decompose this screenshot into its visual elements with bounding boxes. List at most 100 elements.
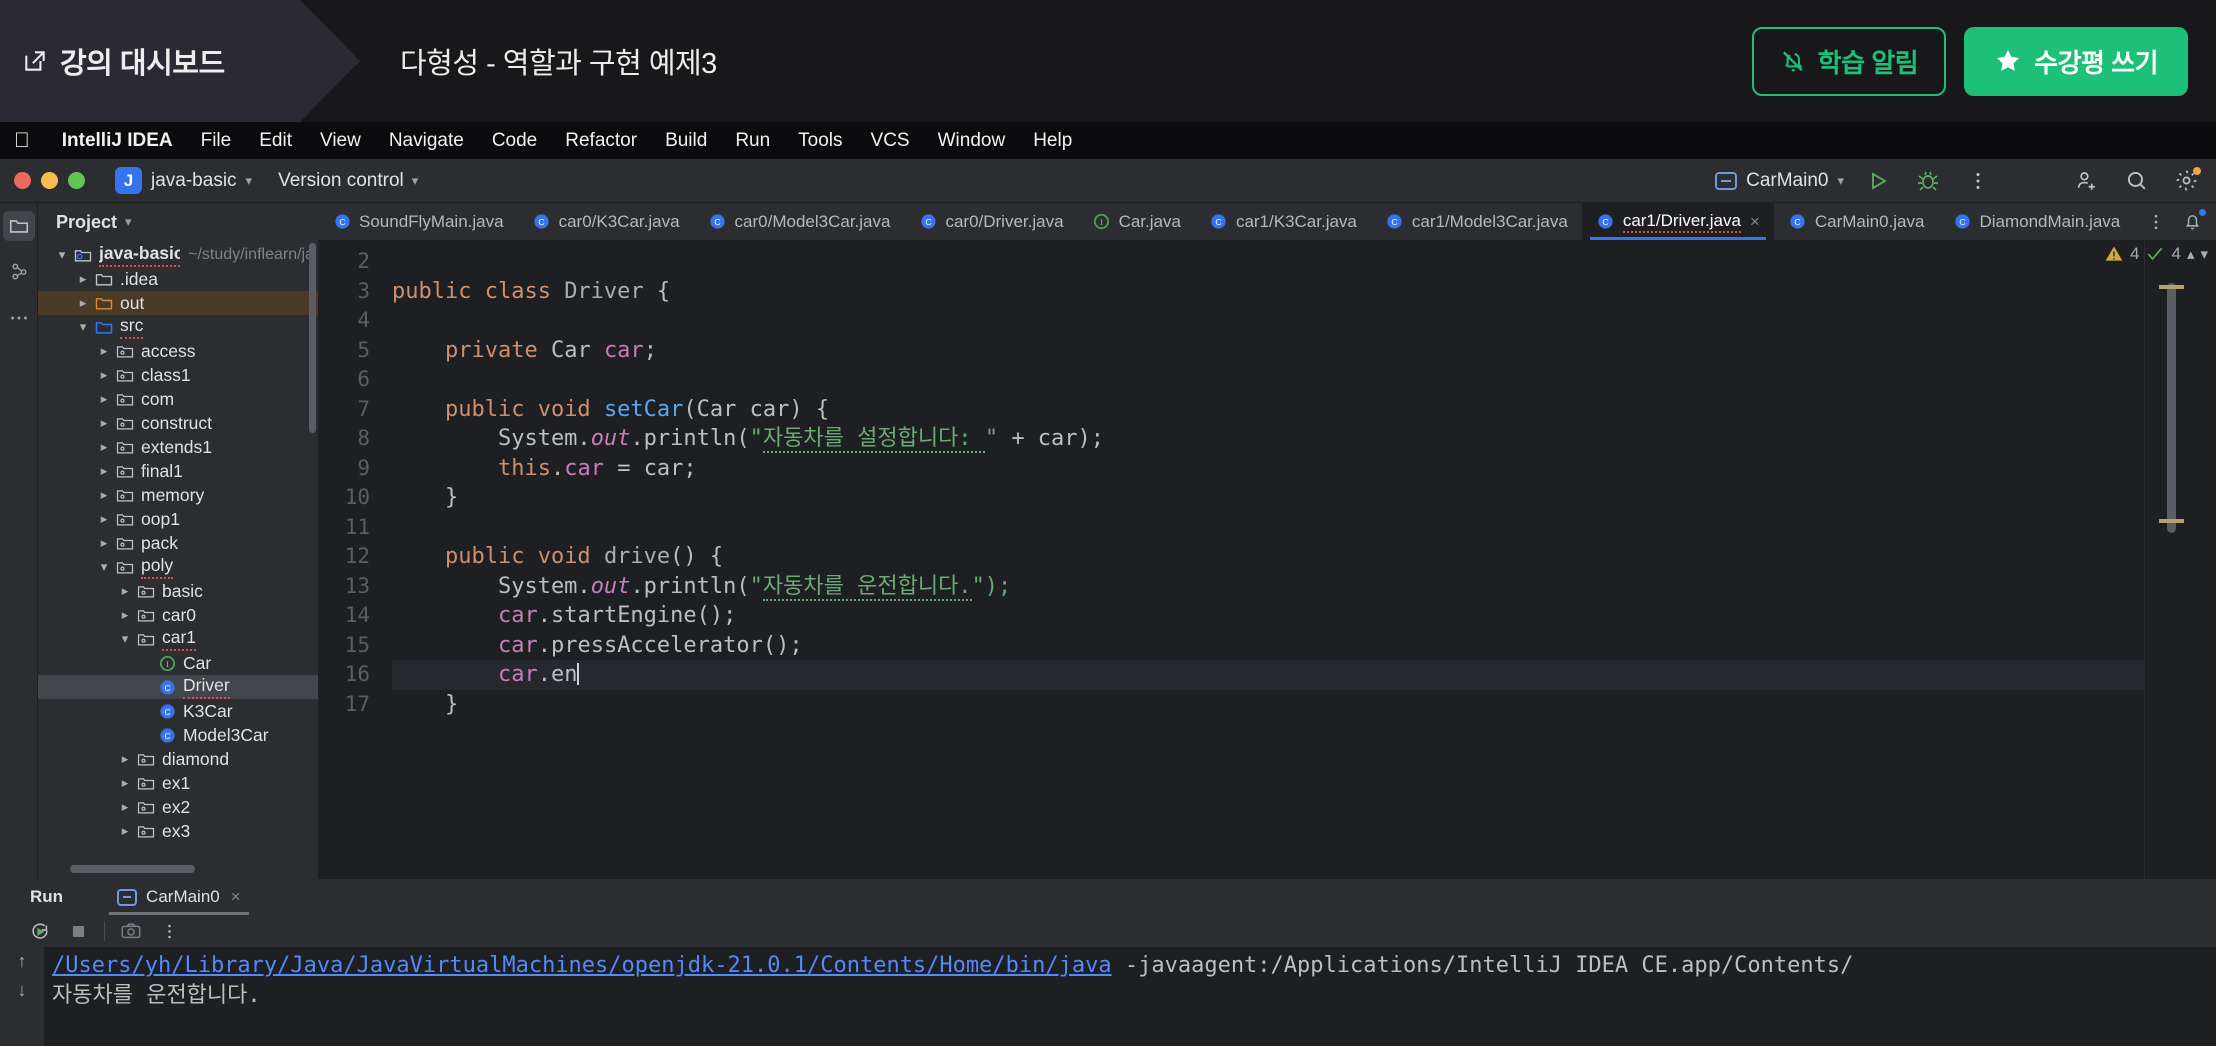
menu-item-window[interactable]: Window [924, 130, 1020, 152]
code-line[interactable]: } [392, 690, 2216, 720]
project-panel-header[interactable]: Project ▾ [38, 203, 318, 241]
chevron-right-icon[interactable]: ▸ [73, 295, 93, 311]
rerun-icon[interactable] [28, 919, 52, 943]
code-line[interactable]: this.car = car; [392, 454, 2216, 484]
chevron-down-icon[interactable]: ▾ [125, 214, 132, 230]
tree-node-class1[interactable]: ▸ class1 [38, 363, 318, 387]
editor-tab-diamondmain-java[interactable]: C DiamondMain.java [1938, 203, 2134, 240]
study-notify-button[interactable]: 학습 알림 [1751, 26, 1947, 96]
more-options-icon[interactable] [1962, 165, 1994, 197]
notifications-bell-icon[interactable] [2176, 206, 2208, 238]
editor-tab-car0-driver-java[interactable]: Ccar0/Driver.java [904, 203, 1077, 240]
close-icon[interactable]: × [1750, 212, 1760, 232]
chevron-right-icon[interactable]: ▸ [94, 487, 114, 503]
console-output[interactable]: /Users/yh/Library/Java/JavaVirtualMachin… [44, 947, 2216, 1046]
chevron-right-icon[interactable]: ▸ [115, 583, 135, 599]
apple-logo-icon[interactable]:  [14, 130, 30, 151]
editor-tab-car1-k3car-java[interactable]: Ccar1/K3Car.java [1195, 203, 1371, 240]
chevron-right-icon[interactable]: ▸ [115, 607, 135, 623]
chevron-right-icon[interactable]: ▸ [73, 271, 93, 287]
tree-node-src[interactable]: ▾ src [38, 315, 318, 339]
menu-item-navigate[interactable]: Navigate [375, 130, 478, 152]
inspection-summary[interactable]: 4 4 ▴ ▾ [2104, 244, 2208, 264]
code-line[interactable] [392, 247, 2216, 277]
chevron-right-icon[interactable]: ▸ [115, 799, 135, 815]
chevron-right-icon[interactable]: ▸ [115, 823, 135, 839]
code-line[interactable] [392, 306, 2216, 336]
chevron-right-icon[interactable]: ▸ [94, 415, 114, 431]
sidebar-vertical-scrollbar[interactable] [309, 243, 316, 433]
console-path-link[interactable]: /Users/yh/Library/Java/JavaVirtualMachin… [52, 953, 1112, 978]
editor-tab-carmain0-java[interactable]: C CarMain0.java [1774, 203, 1939, 240]
tree-node-basic[interactable]: ▸ basic [38, 579, 318, 603]
more-tabs-icon[interactable] [2140, 206, 2172, 238]
tree-node-final1[interactable]: ▸ final1 [38, 459, 318, 483]
tree-node-access[interactable]: ▸ access [38, 339, 318, 363]
settings-icon[interactable] [2170, 165, 2202, 197]
chevron-down-icon[interactable]: ▾ [115, 631, 135, 647]
tree-node-construct[interactable]: ▸ construct [38, 411, 318, 435]
chevron-right-icon[interactable]: ▸ [94, 535, 114, 551]
menu-item-view[interactable]: View [306, 130, 375, 152]
editor-tab-car-java[interactable]: I Car.java [1078, 203, 1195, 240]
editor-tab-car0-k3car-java[interactable]: Ccar0/K3Car.java [518, 203, 694, 240]
menu-item-refactor[interactable]: Refactor [551, 130, 651, 152]
run-icon[interactable] [1862, 165, 1894, 197]
minimize-window-button[interactable] [41, 172, 58, 189]
menu-item-tools[interactable]: Tools [784, 130, 856, 152]
code-line[interactable]: } [392, 483, 2216, 513]
search-icon[interactable] [2120, 165, 2152, 197]
tree-node-java-basic[interactable]: ▾ java-basic ~/study/inflearn/ja [38, 243, 318, 267]
editor-tab-car0-model3car-java[interactable]: Ccar0/Model3Car.java [694, 203, 905, 240]
code-editor[interactable]: 2 3 4 5 6 7 8 9 10 11 12 13 14 15 16 17 public class Dr… [318, 241, 2216, 879]
menu-item-intellij[interactable]: IntelliJ IDEA [48, 130, 187, 152]
run-console[interactable]: ↑ ↓ /Users/yh/Library/Java/JavaVirtualMa… [0, 947, 2216, 1046]
scrollbar-warning-mark[interactable] [2159, 519, 2184, 523]
tree-node-car[interactable]: I Car [38, 651, 318, 675]
scroll-down-icon[interactable]: ↓ [18, 980, 27, 1001]
chevron-right-icon[interactable]: ▸ [94, 367, 114, 383]
code-content[interactable]: public class Driver { private Car car; p… [386, 241, 2216, 879]
tree-node-out[interactable]: ▸ out [38, 291, 318, 315]
tree-node-k3car[interactable]: C K3Car [38, 699, 318, 723]
run-configuration-selector[interactable]: CarMain0 ▾ [1715, 170, 1844, 192]
chevron-up-icon[interactable]: ▴ [2187, 245, 2195, 263]
inspection-strip[interactable]: 4 4 ▴ ▾ [2105, 241, 2216, 879]
maximize-window-button[interactable] [68, 172, 85, 189]
chevron-down-icon[interactable]: ▾ [73, 319, 93, 335]
code-line[interactable]: public void setCar(Car car) { [392, 395, 2216, 425]
tree-node-ex2[interactable]: ▸ ex2 [38, 795, 318, 819]
more-icon[interactable] [157, 919, 181, 943]
chevron-right-icon[interactable]: ▸ [94, 391, 114, 407]
tree-node-ex1[interactable]: ▸ ex1 [38, 771, 318, 795]
breadcrumb-dashboard-link[interactable]: 강의 대시보드 [0, 0, 360, 122]
tree-node-model3car[interactable]: C Model3Car [38, 723, 318, 747]
menu-item-edit[interactable]: Edit [245, 130, 306, 152]
chevron-right-icon[interactable]: ▸ [115, 751, 135, 767]
chevron-right-icon[interactable]: ▸ [94, 463, 114, 479]
chevron-right-icon[interactable]: ▸ [94, 439, 114, 455]
tree-node-oop1[interactable]: ▸ oop1 [38, 507, 318, 531]
code-line[interactable] [392, 365, 2216, 395]
console-line[interactable]: 자동차를 운전합니다. [52, 981, 2216, 1011]
tree-node-car0[interactable]: ▸ car0 [38, 603, 318, 627]
code-line[interactable]: car.startEngine(); [392, 601, 2216, 631]
tree-node-com[interactable]: ▸ com [38, 387, 318, 411]
code-line[interactable] [392, 513, 2216, 543]
chevron-down-icon[interactable]: ▾ [52, 247, 72, 263]
menu-item-code[interactable]: Code [478, 130, 551, 152]
debug-icon[interactable] [1912, 165, 1944, 197]
menu-item-run[interactable]: Run [721, 130, 784, 152]
tree-node--idea[interactable]: ▸ .idea [38, 267, 318, 291]
run-tab-carmain0[interactable]: CarMain0 × [103, 879, 255, 915]
tree-node-pack[interactable]: ▸ pack [38, 531, 318, 555]
chevron-down-icon[interactable]: ▾ [2200, 245, 2208, 263]
scrollbar-warning-mark[interactable] [2159, 285, 2184, 289]
more-tool-windows-icon[interactable] [3, 303, 35, 333]
version-control-selector[interactable]: Version control ▾ [278, 170, 418, 192]
menu-item-file[interactable]: File [187, 130, 246, 152]
menu-item-build[interactable]: Build [651, 130, 721, 152]
tree-node-ex3[interactable]: ▸ ex3 [38, 819, 318, 843]
project-selector[interactable]: J java-basic ▾ [115, 167, 252, 194]
chevron-right-icon[interactable]: ▸ [94, 343, 114, 359]
